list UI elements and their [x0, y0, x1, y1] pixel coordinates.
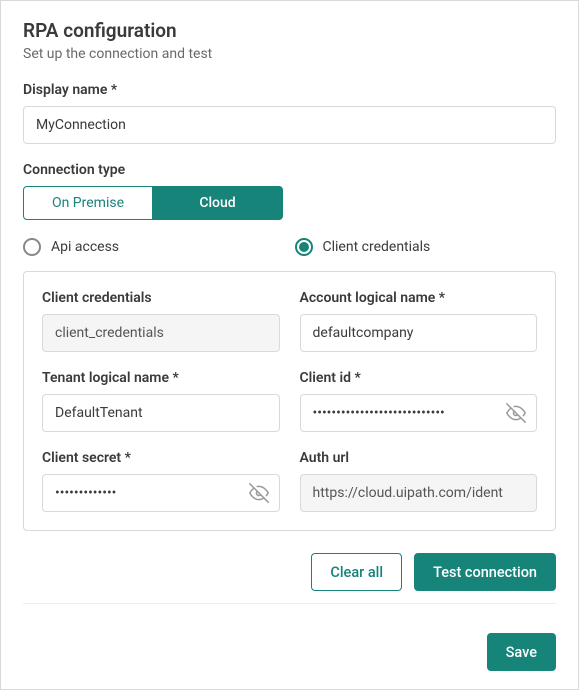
account-logical-name-input[interactable] — [300, 314, 538, 352]
connection-type-toggle: On Premise Cloud — [23, 186, 556, 220]
clear-all-button[interactable]: Clear all — [311, 553, 402, 591]
grant-type-field: Client credentials — [42, 290, 280, 352]
tenant-logical-name-label: Tenant logical name * — [42, 370, 280, 386]
eye-off-icon[interactable] — [246, 480, 272, 506]
eye-off-icon[interactable] — [503, 400, 529, 426]
display-name-field: Display name * — [23, 82, 556, 144]
auth-mode-client-credentials-label: Client credentials — [323, 239, 431, 255]
footer: Save — [1, 619, 578, 689]
auth-mode-api-access-label: Api access — [51, 239, 119, 255]
connection-type-label: Connection type — [23, 162, 556, 178]
page-title: RPA configuration — [23, 19, 556, 42]
account-logical-name-label: Account logical name * — [300, 290, 538, 306]
tenant-logical-name-input[interactable] — [42, 394, 280, 432]
credentials-box: Client credentials Account logical name … — [23, 271, 556, 531]
client-secret-label: Client secret * — [42, 450, 280, 466]
radio-icon — [23, 238, 41, 256]
account-logical-name-field: Account logical name * — [300, 290, 538, 352]
radio-icon — [295, 238, 313, 256]
display-name-label: Display name * — [23, 82, 556, 98]
client-secret-input[interactable] — [42, 474, 280, 512]
save-button[interactable]: Save — [487, 633, 556, 671]
page-subtitle: Set up the connection and test — [23, 46, 556, 62]
connection-type-field: Connection type On Premise Cloud — [23, 162, 556, 220]
connection-type-cloud[interactable]: Cloud — [153, 186, 283, 220]
divider — [23, 603, 556, 604]
test-connection-button[interactable]: Test connection — [414, 553, 556, 591]
rpa-config-panel: RPA configuration Set up the connection … — [0, 0, 579, 690]
grant-type-input — [42, 314, 280, 352]
action-row: Clear all Test connection — [23, 553, 556, 591]
auth-url-field: Auth url — [300, 450, 538, 512]
tenant-logical-name-field: Tenant logical name * — [42, 370, 280, 432]
display-name-input[interactable] — [23, 106, 556, 144]
client-secret-field: Client secret * — [42, 450, 280, 512]
scroll-area[interactable]: RPA configuration Set up the connection … — [1, 1, 578, 619]
client-id-input[interactable] — [300, 394, 538, 432]
grant-type-label: Client credentials — [42, 290, 280, 306]
auth-mode-row: Api access Client credentials — [23, 238, 556, 256]
connection-type-onpremise[interactable]: On Premise — [23, 186, 153, 220]
client-id-label: Client id * — [300, 370, 538, 386]
auth-mode-api-access[interactable]: Api access — [23, 238, 285, 256]
auth-mode-client-credentials[interactable]: Client credentials — [295, 238, 557, 256]
auth-url-label: Auth url — [300, 450, 538, 466]
client-id-field: Client id * — [300, 370, 538, 432]
auth-url-input — [300, 474, 538, 512]
